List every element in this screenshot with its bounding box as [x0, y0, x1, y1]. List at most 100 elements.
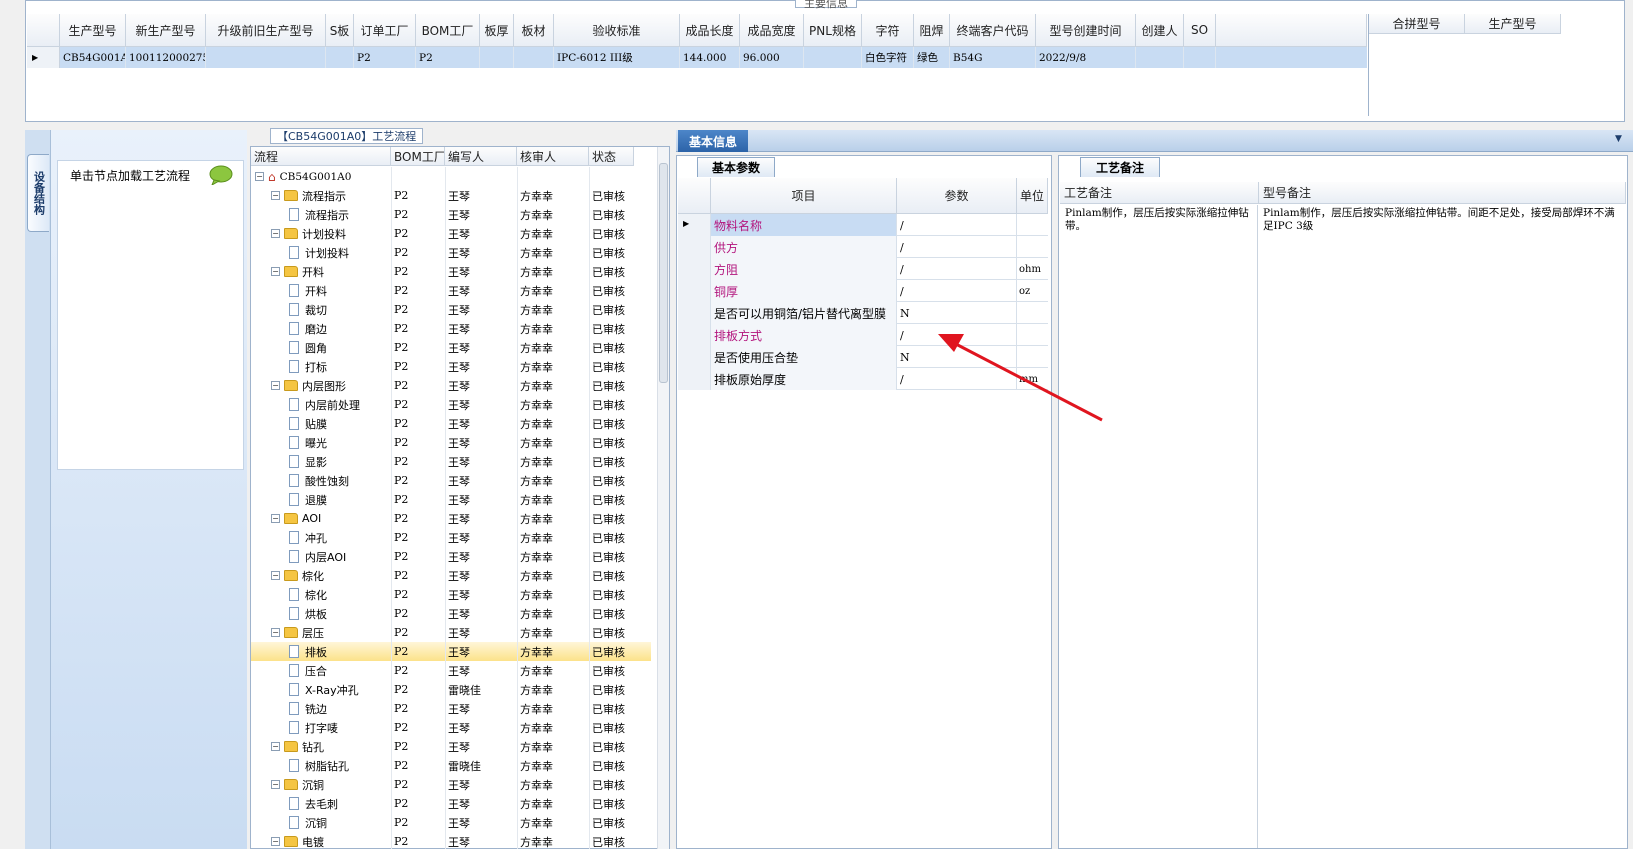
tree-node[interactable]: 铣边 P2 王琴 方幸幸 已审核	[251, 699, 651, 718]
table-cell[interactable]	[206, 47, 326, 68]
flow-column-header[interactable]: 状态	[589, 147, 634, 166]
column-header[interactable]: 生产型号	[60, 14, 126, 47]
param-row[interactable]: 是否可以用铜箔/铝片替代离型膜 N	[678, 302, 1048, 324]
tree-node[interactable]: 冲孔 P2 王琴 方幸幸 已审核	[251, 528, 651, 547]
column-header[interactable]: 板厚	[480, 14, 514, 47]
tree-node[interactable]: − 流程指示 P2 王琴 方幸幸 已审核	[251, 186, 651, 205]
column-header[interactable]: 新生产型号	[126, 14, 206, 47]
tree-node[interactable]: 圆角 P2 王琴 方幸幸 已审核	[251, 338, 651, 357]
merge-column-header[interactable]: 合拼型号	[1369, 14, 1465, 34]
model-note-textarea[interactable]: Pinlam制作，层压后按实际涨缩拉伸钻带。间距不足处，接受局部焊环不满足IPC…	[1259, 205, 1625, 848]
tree-node[interactable]: 沉铜 P2 王琴 方幸幸 已审核	[251, 813, 651, 832]
tree-node[interactable]: 曝光 P2 王琴 方幸幸 已审核	[251, 433, 651, 452]
collapse-icon[interactable]: −	[271, 780, 280, 789]
flow-column-header[interactable]: 编写人	[445, 147, 517, 166]
param-value[interactable]: /	[897, 280, 1017, 302]
tree-node[interactable]: 内层AOI P2 王琴 方幸幸 已审核	[251, 547, 651, 566]
collapse-icon[interactable]: −	[271, 514, 280, 523]
tree-node[interactable]: 棕化 P2 王琴 方幸幸 已审核	[251, 585, 651, 604]
table-cell[interactable]: 144.000	[680, 47, 740, 68]
flow-column-header[interactable]: BOM工厂	[391, 147, 445, 166]
column-header[interactable]: BOM工厂	[416, 14, 480, 47]
column-header[interactable]: 订单工厂	[354, 14, 416, 47]
merge-column-header[interactable]: 生产型号	[1465, 14, 1561, 34]
tree-node[interactable]: 排板 P2 王琴 方幸幸 已审核	[251, 642, 651, 661]
tree-node[interactable]: 退膜 P2 王琴 方幸幸 已审核	[251, 490, 651, 509]
param-row[interactable]: 供方 /	[678, 236, 1048, 258]
collapse-icon[interactable]: −	[271, 628, 280, 637]
param-value[interactable]: /	[897, 258, 1017, 280]
tree-node[interactable]: 烘板 P2 王琴 方幸幸 已审核	[251, 604, 651, 623]
collapse-icon[interactable]: −	[271, 571, 280, 580]
tree-node[interactable]: 树脂钻孔 P2 雷晓佳 方幸幸 已审核	[251, 756, 651, 775]
tree-node[interactable]: 打标 P2 王琴 方幸幸 已审核	[251, 357, 651, 376]
table-cell[interactable]	[480, 47, 514, 68]
table-cell[interactable]: 10011200027537	[126, 47, 206, 68]
table-cell[interactable]	[1136, 47, 1184, 68]
column-header[interactable]: 验收标准	[554, 14, 680, 47]
column-header[interactable]: 字符	[862, 14, 914, 47]
tree-node[interactable]: 计划投料 P2 王琴 方幸幸 已审核	[251, 243, 651, 262]
tree-node[interactable]: − 内层图形 P2 王琴 方幸幸 已审核	[251, 376, 651, 395]
column-header[interactable]: 终端客户代码	[950, 14, 1036, 47]
tree-node[interactable]: 流程指示 P2 王琴 方幸幸 已审核	[251, 205, 651, 224]
table-cell[interactable]: 白色字符	[862, 47, 914, 68]
column-header[interactable]: 成品宽度	[740, 14, 804, 47]
table-cell[interactable]	[1184, 47, 1216, 68]
process-note-textarea[interactable]: Pinlam制作，层压后按实际涨缩拉伸钻带。	[1061, 205, 1258, 848]
table-cell[interactable]: 96.000	[740, 47, 804, 68]
column-header[interactable]: 阻焊	[914, 14, 950, 47]
param-value[interactable]: N	[897, 302, 1017, 324]
param-value[interactable]: /	[897, 214, 1017, 236]
table-cell[interactable]: 2022/9/8	[1036, 47, 1136, 68]
collapse-icon[interactable]: −	[271, 229, 280, 238]
collapse-icon[interactable]: −	[271, 191, 280, 200]
tree-node[interactable]: − AOI P2 王琴 方幸幸 已审核	[251, 509, 651, 528]
table-cell[interactable]: P2	[354, 47, 416, 68]
table-cell[interactable]: P2	[416, 47, 480, 68]
dropdown-arrow-icon[interactable]: ▼	[1615, 134, 1622, 144]
column-header[interactable]: 板材	[514, 14, 554, 47]
table-cell[interactable]: B54G	[950, 47, 1036, 68]
tab-process-notes[interactable]: 工艺备注	[1080, 157, 1160, 177]
param-value[interactable]: /	[897, 236, 1017, 258]
column-header[interactable]: 创建人	[1136, 14, 1184, 47]
tree-node[interactable]: 内层前处理 P2 王琴 方幸幸 已审核	[251, 395, 651, 414]
column-header[interactable]: SO	[1184, 14, 1216, 47]
flow-scrollbar-thumb[interactable]	[659, 163, 668, 383]
tree-node[interactable]: − 层压 P2 王琴 方幸幸 已审核	[251, 623, 651, 642]
collapse-icon[interactable]: −	[271, 381, 280, 390]
param-row[interactable]: 方阻 / ohm	[678, 258, 1048, 280]
tree-node[interactable]: 磨边 P2 王琴 方幸幸 已审核	[251, 319, 651, 338]
tree-node[interactable]: X-Ray冲孔 P2 雷晓佳 方幸幸 已审核	[251, 680, 651, 699]
column-header[interactable]: PNL规格	[804, 14, 862, 47]
collapse-icon[interactable]: −	[255, 172, 264, 181]
tree-node[interactable]: 打字唛 P2 王琴 方幸幸 已审核	[251, 718, 651, 737]
table-cell[interactable]	[514, 47, 554, 68]
tree-node[interactable]: − 计划投料 P2 王琴 方幸幸 已审核	[251, 224, 651, 243]
tab-basic-params[interactable]: 基本参数	[697, 157, 775, 177]
tree-node[interactable]: − 棕化 P2 王琴 方幸幸 已审核	[251, 566, 651, 585]
param-row[interactable]: 铜厚 / oz	[678, 280, 1048, 302]
collapse-icon[interactable]: −	[271, 742, 280, 751]
column-header[interactable]: 升级前旧生产型号	[206, 14, 326, 47]
flow-column-header[interactable]: 流程	[251, 147, 391, 166]
tree-node[interactable]: 压合 P2 王琴 方幸幸 已审核	[251, 661, 651, 680]
param-row[interactable]: ▶ 物料名称 /	[678, 214, 1048, 236]
tree-node[interactable]: 贴膜 P2 王琴 方幸幸 已审核	[251, 414, 651, 433]
tree-node[interactable]: 去毛刺 P2 王琴 方幸幸 已审核	[251, 794, 651, 813]
flow-column-header[interactable]: 核审人	[517, 147, 589, 166]
tree-node[interactable]: − 电镀 P2 王琴 方幸幸 已审核	[251, 832, 651, 849]
tree-node[interactable]: 裁切 P2 王琴 方幸幸 已审核	[251, 300, 651, 319]
flow-scrollbar[interactable]	[657, 147, 669, 849]
column-header[interactable]: S板	[326, 14, 354, 47]
tab-equipment-structure[interactable]: 设备结构	[27, 154, 49, 232]
collapse-icon[interactable]: −	[271, 267, 280, 276]
column-header[interactable]: 型号创建时间	[1036, 14, 1136, 47]
tab-basic-info[interactable]: 基本信息	[678, 130, 748, 152]
tree-node[interactable]: 开料 P2 王琴 方幸幸 已审核	[251, 281, 651, 300]
collapse-icon[interactable]: −	[271, 837, 280, 846]
column-header[interactable]: 成品长度	[680, 14, 740, 47]
tree-node[interactable]: 酸性蚀刻 P2 王琴 方幸幸 已审核	[251, 471, 651, 490]
tree-node[interactable]: − 钻孔 P2 王琴 方幸幸 已审核	[251, 737, 651, 756]
